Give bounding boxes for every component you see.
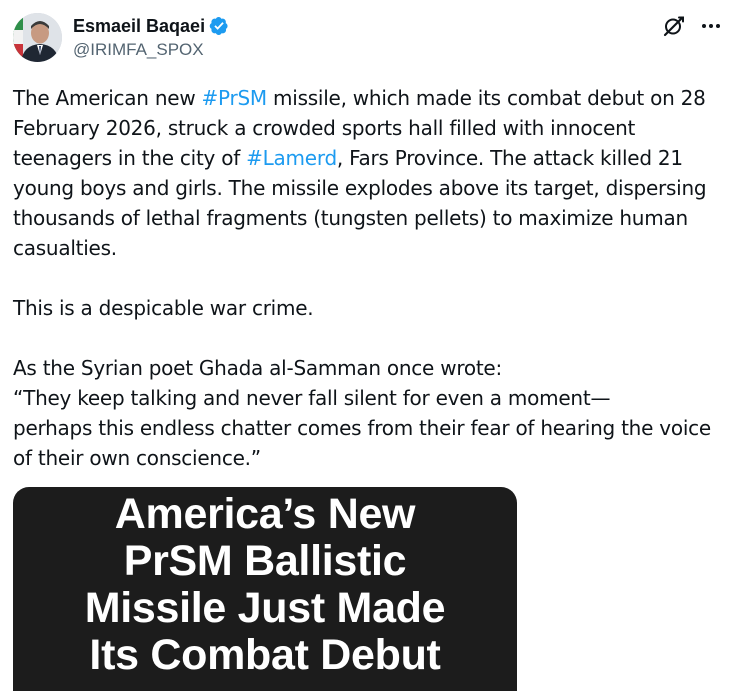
- author-name-row: Esmaeil Baqaei: [73, 15, 229, 37]
- avatar-photo: [13, 13, 62, 62]
- tweet-text-line: As the Syrian poet Ghada al-Samman once …: [13, 356, 502, 380]
- author-handle[interactable]: @IRIMFA_SPOX: [73, 39, 204, 61]
- media-title-line: PrSM Ballistic: [123, 537, 407, 585]
- more-icon[interactable]: [700, 15, 722, 37]
- media-title: America’s New PrSM Ballistic Missile Jus…: [13, 491, 517, 679]
- tweet-text: The American new #PrSM missile, which ma…: [13, 83, 735, 473]
- tweet-paragraph: The American new #PrSM missile, which ma…: [13, 83, 735, 263]
- hashtag-link[interactable]: #Lamerd: [246, 146, 337, 170]
- tweet-text-line: perhaps this endless chatter comes from …: [13, 416, 718, 470]
- tweet-paragraph: This is a despicable war crime.: [13, 296, 314, 320]
- tweet-text-segment: The American new: [13, 86, 202, 110]
- media-title-line: Missile Just Made: [84, 584, 446, 632]
- tweet-text-line: “They keep talking and never fall silent…: [13, 386, 611, 410]
- tweet-top-actions: [662, 14, 722, 38]
- media-title-line: Its Combat Debut: [89, 631, 441, 679]
- media-title-line: America’s New: [114, 490, 416, 538]
- author-display-name[interactable]: Esmaeil Baqaei: [73, 15, 205, 37]
- hashtag-link[interactable]: #PrSM: [202, 86, 268, 110]
- avatar[interactable]: [13, 13, 62, 62]
- tweet-paragraph: As the Syrian poet Ghada al-Samman once …: [13, 353, 735, 473]
- verified-badge-icon: [209, 17, 228, 35]
- tweet-media-image[interactable]: America’s New PrSM Ballistic Missile Jus…: [13, 487, 517, 691]
- grok-icon[interactable]: [662, 14, 686, 38]
